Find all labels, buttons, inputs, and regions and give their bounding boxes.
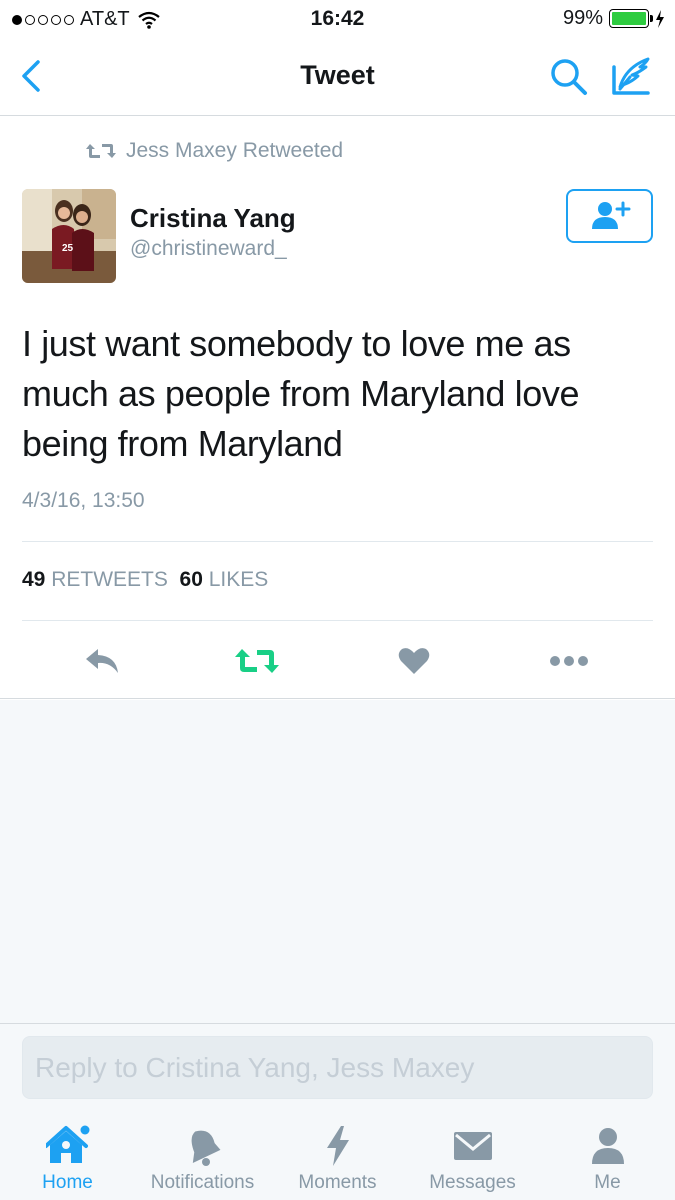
tab-label: Notifications — [150, 1172, 255, 1193]
add-user-icon — [591, 201, 630, 229]
avatar-photo: 25 — [22, 189, 116, 283]
tab-label: Messages — [429, 1172, 516, 1193]
tab-label: Home — [42, 1172, 93, 1193]
person-icon — [591, 1128, 624, 1164]
avatar[interactable]: 25 — [22, 189, 116, 283]
charging-bolt-icon — [656, 9, 664, 28]
reply-input[interactable] — [22, 1036, 653, 1099]
envelope-icon — [453, 1132, 492, 1160]
tab-label: Me — [594, 1172, 621, 1193]
more-icon — [550, 656, 588, 666]
tab-me[interactable]: Me — [540, 1111, 675, 1200]
reply-bar — [0, 1023, 675, 1111]
tab-bar: Home Notifications Moments Messages Me — [0, 1111, 675, 1200]
retweet-button[interactable] — [235, 641, 279, 681]
tab-label: Moments — [298, 1172, 377, 1193]
battery-icon — [609, 9, 653, 28]
tweet-text: I just want somebody to love me as much … — [22, 323, 580, 464]
tab-notifications[interactable]: Notifications — [135, 1111, 270, 1200]
like-button[interactable] — [392, 641, 436, 681]
retweet-icon — [86, 144, 116, 158]
bell-icon — [191, 1130, 220, 1166]
retweet-label: RETWEETS — [51, 568, 168, 591]
tweet-timestamp: 4/3/16, 13:50 — [22, 489, 145, 512]
divider — [22, 620, 653, 621]
author-name[interactable]: Cristina Yang — [130, 203, 296, 234]
tweet-stats: 49 RETWEETS 60 LIKES — [22, 568, 268, 592]
reply-button[interactable] — [80, 641, 124, 681]
like-count: 60 — [179, 568, 203, 591]
nav-bar: Tweet — [0, 38, 675, 116]
likes-stat[interactable]: 60 LIKES — [180, 568, 269, 591]
heart-icon — [398, 648, 430, 674]
search-button[interactable] — [548, 56, 590, 98]
tab-moments[interactable]: Moments — [270, 1111, 405, 1200]
divider — [22, 541, 653, 542]
tweet-actions — [0, 641, 675, 681]
lightning-icon — [326, 1126, 349, 1166]
search-icon — [551, 59, 587, 95]
reply-icon — [86, 649, 118, 673]
retweets-stat[interactable]: 49 RETWEETS — [22, 568, 168, 591]
like-label: LIKES — [208, 568, 269, 591]
battery-level-fill — [612, 12, 646, 25]
retweet-icon — [235, 649, 279, 673]
tab-messages[interactable]: Messages — [405, 1111, 540, 1200]
empty-replies-area — [0, 700, 675, 1023]
compose-icon — [612, 57, 650, 95]
status-right: 99% — [563, 7, 665, 30]
retweeted-by-text: Jess Maxey Retweeted — [126, 139, 344, 162]
author-handle[interactable]: @christineward_ — [130, 237, 287, 261]
battery-percent: 99% — [562, 7, 603, 29]
tab-home[interactable]: Home — [0, 1111, 135, 1200]
retweet-count: 49 — [22, 568, 46, 591]
retweet-context[interactable]: Jess Maxey Retweeted — [86, 139, 343, 163]
status-bar: AT&T 16:42 99% — [0, 0, 675, 38]
follow-button[interactable] — [566, 189, 653, 243]
svg-text:25: 25 — [62, 243, 74, 254]
tweet-detail: Jess Maxey Retweeted 25 Cristina Yang @c… — [0, 117, 675, 699]
more-button[interactable] — [547, 641, 591, 681]
home-icon — [45, 1125, 89, 1163]
compose-button[interactable] — [608, 55, 656, 99]
